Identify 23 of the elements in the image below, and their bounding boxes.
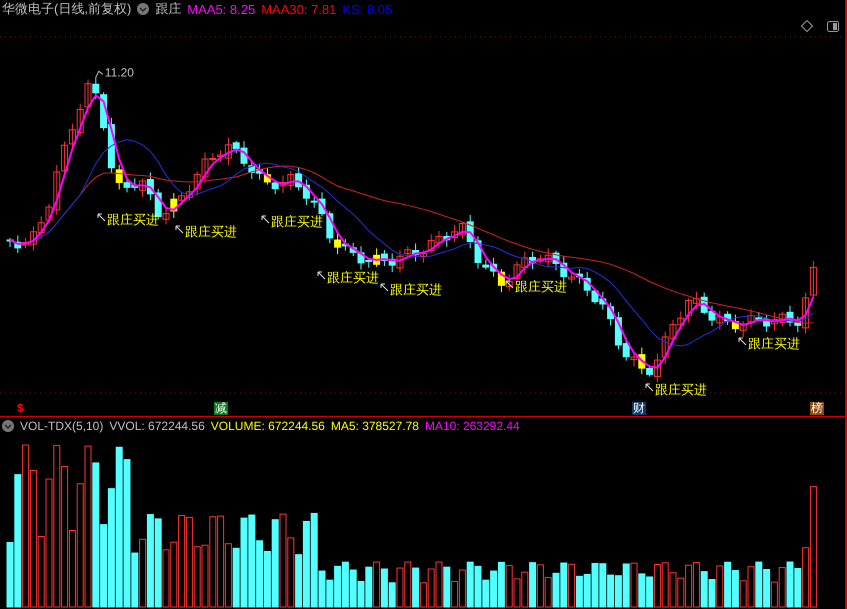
indicator-value: MAA5: 8.25 [187,2,256,16]
event-marker[interactable]: $ [16,402,25,415]
signal-label: 跟庄买进 [390,282,442,297]
signal-label: 跟庄买进 [107,212,159,227]
high-price-label: 11.20 [104,65,134,80]
stock-title: 华微电子(日线,前复权) [2,0,132,18]
indicator-value: VVOL: 672244.56 [109,419,205,433]
signal-label: 跟庄买进 [515,279,567,294]
indicator-value: VOLUME: 672244.56 [210,419,325,433]
indicator-name: VOL-TDX(5,10) [20,419,104,433]
signal-label: 跟庄买进 [327,270,379,285]
signal-label: 跟庄买进 [748,336,800,351]
event-marker[interactable]: 减 [214,402,228,415]
indicator-value: KS: 8.05 [342,2,392,16]
event-marker[interactable]: 财 [632,402,646,415]
indicator-value: MA5: 378527.78 [330,419,419,433]
indicator-name: 跟庄 [155,0,182,18]
signal-label: 跟庄买进 [185,224,237,239]
event-marker[interactable]: 榜 [810,402,824,415]
indicator-value: MAA30: 7.81 [261,2,336,16]
indicator-value: MA10: 263292.44 [424,419,520,433]
signal-label: 跟庄买进 [271,214,323,229]
signal-label: 跟庄买进 [655,382,707,397]
